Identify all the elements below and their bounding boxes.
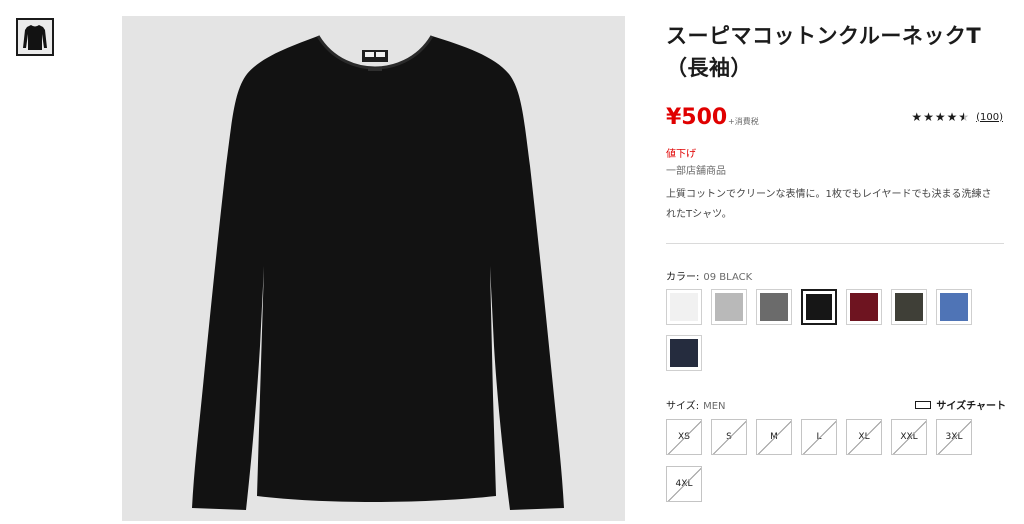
size-option-m[interactable]: M <box>756 419 792 455</box>
swatch-fill <box>806 294 832 320</box>
divider <box>666 243 1004 244</box>
product-description: 上質コットンでクリーンな表情に。1枚でもレイヤードでも決まる洗練されたTシャツ。 <box>666 189 992 220</box>
color-selected-value: 09 BLACK <box>703 272 753 283</box>
color-swatch-blue[interactable] <box>936 289 972 325</box>
ruler-icon <box>915 400 932 409</box>
color-label-text: カラー: <box>666 272 700 283</box>
size-option-l[interactable]: L <box>801 419 837 455</box>
product-title: スーピマコットンクルーネックT（長袖） <box>666 24 982 80</box>
main-product-image <box>122 16 625 521</box>
size-gender: MEN <box>703 401 726 412</box>
shirt-thumbnail-icon <box>23 25 47 50</box>
size-label-text: サイズ: <box>666 401 700 412</box>
price-row: ¥500 +消費税 ★★★★★ (100) <box>666 104 1006 132</box>
product-thumbnail[interactable] <box>16 18 54 56</box>
review-count-link[interactable]: (100) <box>976 112 1003 123</box>
color-swatch-white[interactable] <box>666 289 702 325</box>
price: ¥500 <box>666 105 728 130</box>
color-swatch-light-gray[interactable] <box>711 289 747 325</box>
size-option-label: 4XL <box>675 479 693 489</box>
color-label: カラー: 09 BLACK <box>666 268 752 283</box>
swatch-fill <box>940 293 968 321</box>
size-option-xl[interactable]: XL <box>846 419 882 455</box>
size-option-xs[interactable]: XS <box>666 419 702 455</box>
color-swatch-olive[interactable] <box>891 289 927 325</box>
size-option-label: XL <box>858 432 870 442</box>
store-availability-flag: 一部店舗商品 <box>666 166 726 177</box>
color-swatch-black[interactable] <box>801 289 837 325</box>
size-header: サイズ: MEN サイズチャート <box>666 397 1006 413</box>
size-chart-label: サイズチャート <box>936 401 1006 412</box>
swatch-fill <box>895 293 923 321</box>
sale-flag: 値下げ <box>666 149 696 160</box>
size-option-label: XXL <box>900 432 918 442</box>
size-option-label: XS <box>678 432 690 442</box>
swatch-fill <box>760 293 788 321</box>
swatch-fill <box>670 293 698 321</box>
size-option-4xl[interactable]: 4XL <box>666 466 702 502</box>
color-swatch-dark-gray[interactable] <box>756 289 792 325</box>
rating: ★★★★★ (100) <box>911 110 1003 124</box>
color-swatch-navy[interactable] <box>666 335 702 371</box>
size-chart-link[interactable]: サイズチャート <box>915 397 1006 412</box>
long-sleeve-tshirt-image <box>192 35 564 510</box>
size-option-label: 3XL <box>945 432 963 442</box>
star-rating-icon: ★★★★★ <box>911 110 970 124</box>
size-option-3xl[interactable]: 3XL <box>936 419 972 455</box>
size-option-label: S <box>726 432 732 442</box>
size-label: サイズ: MEN <box>666 397 726 412</box>
size-option-s[interactable]: S <box>711 419 747 455</box>
color-swatch-wine[interactable] <box>846 289 882 325</box>
swatch-fill <box>850 293 878 321</box>
size-option-label: M <box>770 432 778 442</box>
size-option-xxl[interactable]: XXL <box>891 419 927 455</box>
size-option-label: L <box>816 432 822 442</box>
swatch-fill <box>715 293 743 321</box>
tax-note: +消費税 <box>728 117 759 126</box>
swatch-fill <box>670 339 698 367</box>
